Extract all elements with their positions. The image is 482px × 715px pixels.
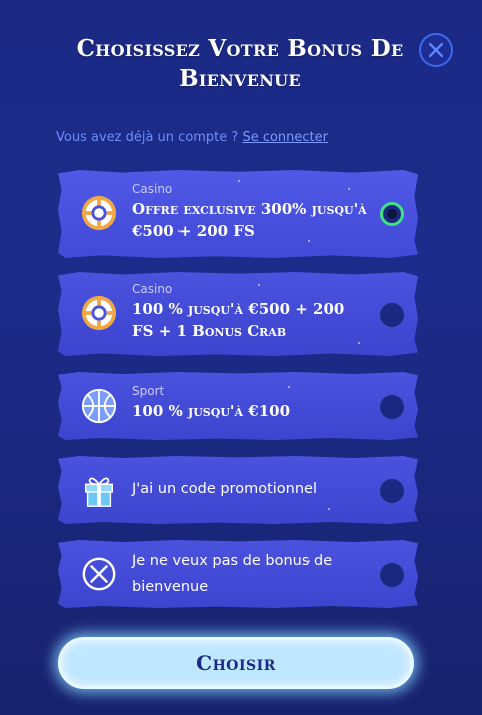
option-title: 100 % jusqu'à €100 <box>132 402 291 420</box>
bonus-option-5[interactable]: Je ne veux pas de bonus de bienvenue <box>58 540 418 608</box>
casino-chip-icon <box>81 195 117 231</box>
option-category: Casino <box>132 282 173 296</box>
choose-button-label: Choisir <box>196 651 276 675</box>
option-radio[interactable] <box>380 479 404 503</box>
login-link[interactable]: Se connecter <box>242 130 328 145</box>
option-title: Offre exclusive 300% jusqu'à €500 + 200 … <box>132 200 367 240</box>
basketball-icon <box>81 388 117 424</box>
option-title: 100 % jusqu'à €500 + 200 FS + 1 Bonus Cr… <box>132 300 345 340</box>
option-radio[interactable] <box>380 303 404 327</box>
option-radio-selected[interactable] <box>380 202 404 226</box>
login-prompt-text: Vous avez déjà un compte ? <box>56 130 239 145</box>
page-title: Choisissez Votre Bonus De Bienvenue <box>76 35 404 92</box>
no-bonus-icon <box>82 557 116 591</box>
option-category: Sport <box>132 384 165 398</box>
option-title: Je ne veux pas de bonus de bienvenue <box>132 553 333 595</box>
close-button[interactable] <box>419 33 453 67</box>
option-title: J'ai un code promotionnel <box>132 481 317 497</box>
bonus-option-4[interactable]: J'ai un code promotionnel <box>58 456 418 524</box>
option-category: Casino <box>132 182 173 196</box>
choose-button[interactable]: Choisir <box>58 637 414 689</box>
bonus-option-3[interactable]: Sport 100 % jusqu'à €100 <box>58 372 418 440</box>
close-icon <box>428 42 444 58</box>
option-radio[interactable] <box>380 563 404 587</box>
gift-icon <box>84 477 114 507</box>
bonus-option-2[interactable]: Casino 100 % jusqu'à €500 + 200 FS + 1 B… <box>58 272 418 356</box>
option-radio[interactable] <box>380 395 404 419</box>
sparkle-decoration <box>358 342 360 344</box>
casino-chip-icon <box>81 295 117 331</box>
bonus-option-1[interactable]: Casino Offre exclusive 300% jusqu'à €500… <box>58 170 418 258</box>
sparkle-decoration <box>328 508 330 510</box>
login-prompt: Vous avez déjà un compte ? Se connecter <box>56 130 328 145</box>
